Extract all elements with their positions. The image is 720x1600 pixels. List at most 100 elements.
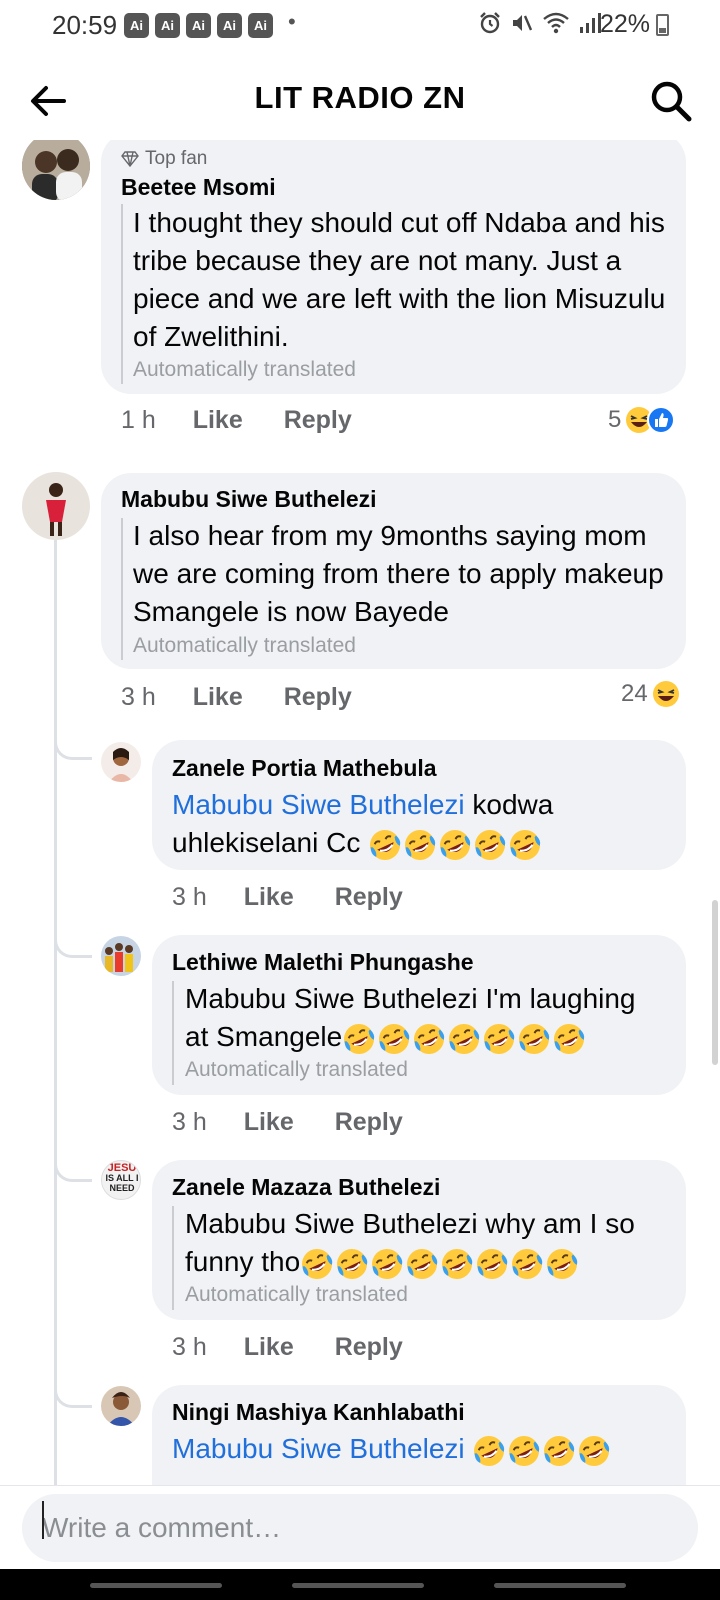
avatar[interactable]	[22, 472, 90, 540]
reply-text: Mabubu Siwe Buthelezi I'm laughing at Sm…	[185, 980, 680, 1056]
ai-badge: Ai	[155, 13, 180, 38]
thread-line	[54, 540, 57, 1485]
avatar-text: JESU IS ALL I NEED	[102, 1163, 140, 1194]
alarm-icon	[480, 12, 500, 34]
reaction-count: 24	[621, 680, 648, 707]
reply-text: Mabubu Siwe Buthelezi	[172, 1430, 672, 1468]
translation-bar	[172, 1206, 174, 1310]
avatar[interactable]	[101, 742, 141, 782]
top-fan-badge: Top fan	[121, 148, 207, 170]
status-bar: 20:59 Ai Ai Ai Ai Ai • 22%	[0, 0, 720, 52]
cry-laugh-emoji-icon	[449, 1023, 480, 1054]
reaction-count: 5	[608, 406, 622, 433]
reply-text-line-emoji: funny tho	[185, 1243, 680, 1281]
search-icon[interactable]	[648, 78, 694, 124]
diamond-icon	[121, 151, 139, 167]
cry-laugh-emoji-icon	[484, 1023, 515, 1054]
like-button[interactable]: Like	[244, 1333, 294, 1361]
cry-laugh-emoji-icon	[302, 1248, 333, 1279]
reply-button[interactable]: Reply	[335, 883, 403, 911]
reply-button[interactable]: Reply	[284, 406, 352, 434]
laugh-emoji-icon	[652, 681, 679, 707]
thread-connector	[54, 928, 92, 958]
translation-notice[interactable]: Automatically translated	[133, 634, 356, 658]
translation-notice[interactable]: Automatically translated	[133, 358, 356, 382]
mute-icon	[513, 15, 533, 31]
avatar[interactable]: JESU IS ALL I NEED	[101, 1160, 141, 1200]
cry-laugh-emoji-icon	[544, 1435, 575, 1466]
emoji-group	[342, 1022, 586, 1056]
cry-laugh-emoji-icon	[554, 1023, 585, 1054]
translation-bar	[121, 204, 123, 384]
signal-icon	[580, 13, 601, 33]
mention-link[interactable]: Mabubu Siwe Buthelezi	[172, 789, 465, 820]
cry-laugh-emoji-icon	[414, 1023, 445, 1054]
translation-bar	[121, 518, 123, 660]
comment-input[interactable]	[22, 1494, 698, 1562]
reply-text-line: Mabubu Siwe Buthelezi I'm laughing	[185, 983, 636, 1014]
reply-author[interactable]: Zanele Portia Mathebula	[172, 755, 437, 782]
comment-author[interactable]: Mabubu Siwe Buthelezi	[121, 486, 377, 513]
translation-notice[interactable]: Automatically translated	[185, 1058, 408, 1082]
cry-laugh-emoji-icon	[509, 1435, 540, 1466]
like-button[interactable]: Like	[193, 683, 243, 711]
comment-actions: 1 h Like Reply	[121, 406, 352, 435]
translation-bar	[172, 981, 174, 1085]
reply-text-line: funny tho	[185, 1246, 301, 1277]
like-button[interactable]: Like	[193, 406, 243, 434]
scrollbar[interactable]	[712, 900, 718, 1065]
reply-time: 3 h	[172, 883, 207, 911]
translation-notice[interactable]: Automatically translated	[185, 1283, 408, 1307]
emoji-group	[368, 828, 542, 862]
reply-author[interactable]: Lethiwe Malethi Phungashe	[172, 949, 474, 976]
reply-actions: 3 h Like Reply	[172, 1108, 403, 1137]
reply-actions: 3 h Like Reply	[172, 1333, 403, 1362]
reply-button[interactable]: Reply	[335, 1333, 403, 1361]
thread-connector	[54, 1152, 92, 1182]
battery-percent: 22%	[600, 10, 651, 38]
avatar-text-line: IS ALL I	[105, 1173, 139, 1183]
reply-text-line: Mabubu Siwe Buthelezi why am I so	[185, 1208, 635, 1239]
like-thumb-icon	[647, 406, 676, 434]
comments-feed[interactable]: Top fan Beetee Msomi I thought they shou…	[0, 140, 720, 1485]
reply-text: Mabubu Siwe Buthelezi kodwa uhlekiselani…	[172, 786, 672, 862]
ai-badge: Ai	[217, 13, 242, 38]
nav-home-button[interactable]	[292, 1583, 424, 1588]
nav-recents-button[interactable]	[90, 1583, 222, 1588]
comment-actions: 3 h Like Reply	[121, 683, 352, 712]
avatar[interactable]	[22, 140, 90, 200]
text-caret	[42, 1501, 44, 1539]
cry-laugh-emoji-icon	[474, 1435, 505, 1466]
cry-laugh-emoji-icon	[379, 1023, 410, 1054]
ai-badge: Ai	[186, 13, 211, 38]
comment-author[interactable]: Beetee Msomi	[121, 174, 276, 201]
reply-author[interactable]: Zanele Mazaza Buthelezi	[172, 1174, 440, 1201]
ai-badge: Ai	[248, 13, 273, 38]
avatar-text-line: NEED	[109, 1183, 135, 1193]
ai-badge: Ai	[124, 13, 149, 38]
cry-laugh-emoji-icon	[337, 1248, 368, 1279]
status-icons	[478, 11, 602, 35]
cry-laugh-emoji-icon	[344, 1023, 375, 1054]
comment-text: I thought they should cut off Ndaba and …	[133, 207, 666, 352]
avatar[interactable]	[101, 936, 141, 976]
avatar[interactable]	[101, 1386, 141, 1426]
reactions-summary[interactable]: 5	[608, 406, 676, 434]
page-title: LIT RADIO ZN	[254, 80, 466, 115]
cry-laugh-emoji-icon	[370, 829, 401, 860]
like-button[interactable]: Like	[244, 1108, 294, 1136]
system-nav-bar	[0, 1569, 720, 1600]
reactions-summary[interactable]: 24	[621, 680, 680, 708]
reply-button[interactable]: Reply	[284, 683, 352, 711]
reply-button[interactable]: Reply	[335, 1108, 403, 1136]
nav-back-button[interactable]	[494, 1583, 626, 1588]
like-button[interactable]: Like	[244, 883, 294, 911]
thread-connector	[54, 730, 92, 760]
emoji-group	[472, 1434, 611, 1468]
reply-author[interactable]: Ningi Mashiya Kanhlabathi	[172, 1399, 465, 1426]
cry-laugh-emoji-icon	[405, 829, 436, 860]
ai-badges: Ai Ai Ai Ai Ai	[124, 13, 273, 38]
mention-link[interactable]: Mabubu Siwe Buthelezi	[172, 1433, 465, 1464]
cry-laugh-emoji-icon	[547, 1248, 578, 1279]
comment-composer	[0, 1485, 720, 1569]
